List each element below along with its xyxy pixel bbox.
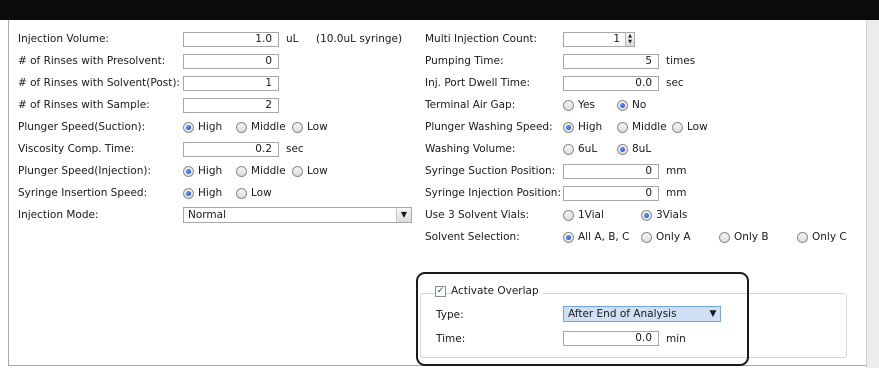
- plunger-injection-middle-radio[interactable]: Middle: [236, 163, 286, 179]
- injection-mode-label: Injection Mode:: [18, 209, 99, 221]
- washing-volume-8ul-radio[interactable]: 8uL: [617, 141, 651, 157]
- syringe-suction-position-unit: mm: [666, 165, 687, 177]
- inj-port-dwell-time-input[interactable]: 0.0: [563, 76, 659, 91]
- plunger-speed-suction-label: Plunger Speed(Suction):: [18, 121, 146, 133]
- inj-port-dwell-time-unit: sec: [666, 77, 684, 89]
- radio-empty-icon: [672, 121, 683, 133]
- radio-empty-icon: [292, 165, 303, 177]
- dropdown-arrow-icon[interactable]: ▼: [706, 307, 720, 321]
- plunger-injection-low-radio[interactable]: Low: [292, 163, 328, 179]
- radio-empty-icon: [236, 121, 247, 133]
- plunger-suction-high-radio[interactable]: High: [183, 119, 222, 135]
- radio-empty-icon: [236, 187, 247, 199]
- solvent-only-b-radio[interactable]: Only B: [719, 229, 769, 245]
- radio-empty-icon: [563, 143, 574, 155]
- injection-volume-label: Injection Volume:: [18, 33, 109, 45]
- vertical-scrollbar[interactable]: [866, 20, 879, 368]
- radio-selected-icon: [563, 231, 574, 243]
- plunger-washing-speed-label: Plunger Washing Speed:: [425, 121, 553, 133]
- viscosity-comp-time-label: Viscosity Comp. Time:: [18, 143, 135, 155]
- radio-empty-icon: [617, 121, 628, 133]
- washing-volume-6ul-radio[interactable]: 6uL: [563, 141, 597, 157]
- washing-volume-label: Washing Volume:: [425, 143, 516, 155]
- insertion-speed-high-radio[interactable]: High: [183, 185, 222, 201]
- activate-overlap-checkbox[interactable]: ✓: [435, 286, 446, 297]
- radio-selected-icon: [183, 187, 194, 199]
- radio-empty-icon: [236, 165, 247, 177]
- air-gap-yes-radio[interactable]: Yes: [563, 97, 595, 113]
- rinses-solvent-post-label: # of Rinses with Solvent(Post):: [18, 77, 180, 89]
- solvent-only-a-radio[interactable]: Only A: [641, 229, 691, 245]
- plunger-injection-high-radio[interactable]: High: [183, 163, 222, 179]
- viscosity-comp-time-unit: sec: [286, 143, 304, 155]
- syringe-suction-position-label: Syringe Suction Position:: [425, 165, 556, 177]
- radio-empty-icon: [563, 99, 574, 111]
- rinses-presolvent-label: # of Rinses with Presolvent:: [18, 55, 166, 67]
- air-gap-no-radio[interactable]: No: [617, 97, 646, 113]
- radio-selected-icon: [563, 121, 574, 133]
- solvent-3vials-radio[interactable]: 3Vials: [641, 207, 687, 223]
- inj-port-dwell-time-label: Inj. Port Dwell Time:: [425, 77, 531, 89]
- plunger-suction-low-radio[interactable]: Low: [292, 119, 328, 135]
- overlap-time-unit: min: [666, 333, 686, 345]
- washing-speed-high-radio[interactable]: High: [563, 119, 602, 135]
- washing-speed-low-radio[interactable]: Low: [672, 119, 708, 135]
- overlap-time-input[interactable]: 0.0: [563, 331, 659, 346]
- window-title-bar: [0, 0, 879, 20]
- injection-volume-input[interactable]: 1.0: [183, 32, 279, 47]
- spinner-updown-icon[interactable]: ▲ ▼: [625, 33, 634, 46]
- multi-injection-count-label: Multi Injection Count:: [425, 33, 538, 45]
- overlap-type-select[interactable]: After End of Analysis ▼: [563, 306, 721, 322]
- plunger-speed-injection-label: Plunger Speed(Injection):: [18, 165, 151, 177]
- washing-speed-middle-radio[interactable]: Middle: [617, 119, 667, 135]
- activate-overlap-label: Activate Overlap: [451, 283, 542, 299]
- terminal-air-gap-label: Terminal Air Gap:: [425, 99, 516, 111]
- pumping-time-unit: times: [666, 55, 696, 67]
- use-3-solvent-vials-label: Use 3 Solvent Vials:: [425, 209, 529, 221]
- radio-selected-icon: [617, 99, 628, 111]
- rinses-sample-label: # of Rinses with Sample:: [18, 99, 150, 111]
- injection-mode-value: Normal: [188, 209, 226, 221]
- radio-empty-icon: [292, 121, 303, 133]
- insertion-speed-low-radio[interactable]: Low: [236, 185, 272, 201]
- pumping-time-label: Pumping Time:: [425, 55, 504, 67]
- syringe-size-note: (10.0uL syringe): [316, 33, 403, 45]
- injection-mode-select[interactable]: Normal ▼: [183, 207, 412, 223]
- syringe-insertion-speed-label: Syringe Insertion Speed:: [18, 187, 148, 199]
- solvent-all-abc-radio[interactable]: All A, B, C: [563, 229, 629, 245]
- radio-selected-icon: [641, 209, 652, 221]
- overlap-type-label: Type:: [436, 309, 464, 321]
- plunger-suction-middle-radio[interactable]: Middle: [236, 119, 286, 135]
- syringe-injection-position-label: Syringe Injection Position:: [425, 187, 562, 199]
- overlap-type-value: After End of Analysis: [568, 308, 677, 320]
- syringe-injection-position-unit: mm: [666, 187, 687, 199]
- overlap-time-label: Time:: [436, 333, 466, 345]
- syringe-suction-position-input[interactable]: 0: [563, 164, 659, 179]
- radio-empty-icon: [563, 209, 574, 221]
- dropdown-arrow-icon[interactable]: ▼: [396, 208, 411, 222]
- radio-empty-icon: [719, 231, 730, 243]
- radio-selected-icon: [183, 121, 194, 133]
- radio-selected-icon: [183, 165, 194, 177]
- rinses-presolvent-input[interactable]: 0: [183, 54, 279, 69]
- pumping-time-input[interactable]: 5: [563, 54, 659, 69]
- rinses-sample-input[interactable]: 2: [183, 98, 279, 113]
- viscosity-comp-time-input[interactable]: 0.2: [183, 142, 279, 157]
- syringe-injection-position-input[interactable]: 0: [563, 186, 659, 201]
- injection-volume-unit: uL: [286, 33, 299, 45]
- solvent-only-c-radio[interactable]: Only C: [797, 229, 847, 245]
- rinses-solvent-post-input[interactable]: 1: [183, 76, 279, 91]
- radio-empty-icon: [797, 231, 808, 243]
- radio-selected-icon: [617, 143, 628, 155]
- solvent-selection-label: Solvent Selection:: [425, 231, 520, 243]
- radio-empty-icon: [641, 231, 652, 243]
- solvent-1vial-radio[interactable]: 1Vial: [563, 207, 604, 223]
